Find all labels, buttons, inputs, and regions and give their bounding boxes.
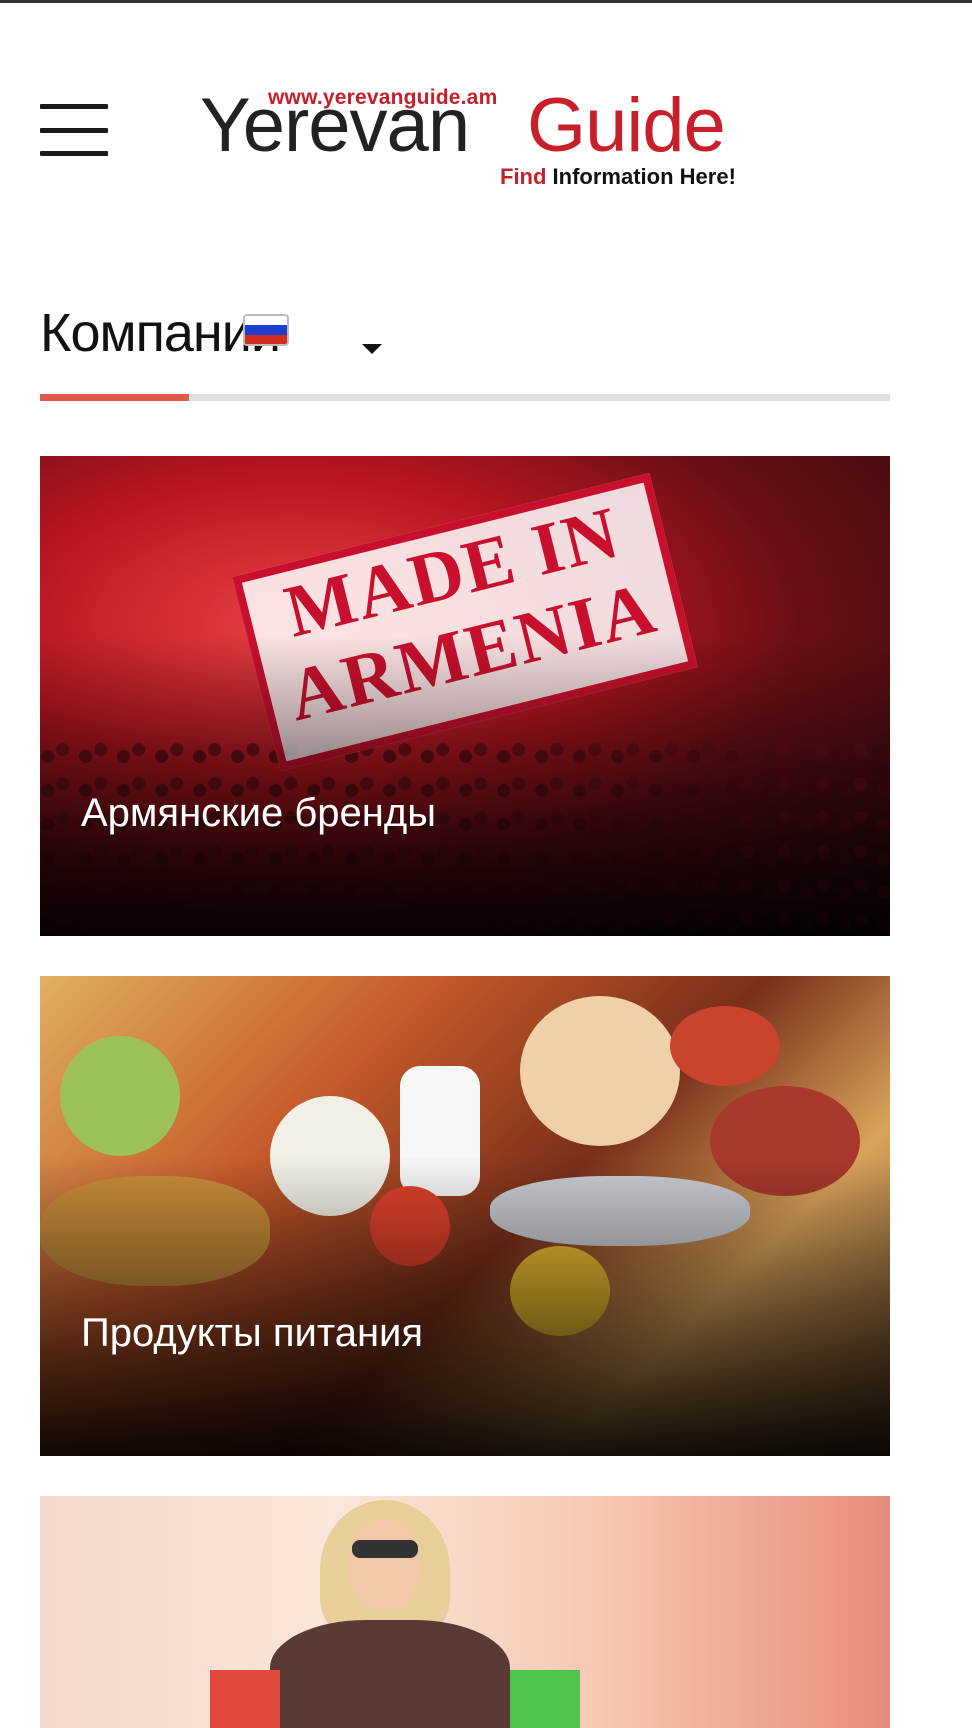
sunglasses-icon [352, 1540, 418, 1558]
logo-word-yerevan: Yerevan [200, 83, 470, 168]
card-gradient-overlay [40, 636, 890, 936]
menu-icon-bar [40, 128, 108, 133]
card-title: Армянские бренды [81, 791, 436, 835]
logo-word-guide: Guide [527, 83, 726, 168]
section-divider-accent [40, 394, 189, 401]
section-header: Компании [40, 298, 890, 368]
card-gradient-overlay [40, 1156, 890, 1456]
category-card-shopping[interactable] [40, 1496, 890, 1728]
site-logo[interactable]: www.yerevanguide.am Yerevan Guide Find I… [200, 86, 780, 196]
menu-icon-bar [40, 151, 108, 156]
hamburger-menu-button[interactable] [40, 104, 108, 156]
menu-icon-bar [40, 104, 108, 109]
category-card-food-products[interactable]: Продукты питания [40, 976, 890, 1456]
category-card-armenian-brands[interactable]: MADE IN ARMENIA Армянские бренды [40, 456, 890, 936]
tagline-rest: Information Here! [546, 164, 736, 189]
card-title: Продукты питания [81, 1311, 424, 1355]
tagline-find: Find [500, 164, 547, 189]
caret-down-icon[interactable] [362, 344, 382, 354]
section-divider [40, 394, 890, 401]
woman-shopping-image [210, 1500, 580, 1728]
top-border [0, 0, 972, 3]
russia-flag-icon[interactable] [243, 314, 289, 346]
logo-tagline: Find Information Here! [500, 164, 736, 190]
